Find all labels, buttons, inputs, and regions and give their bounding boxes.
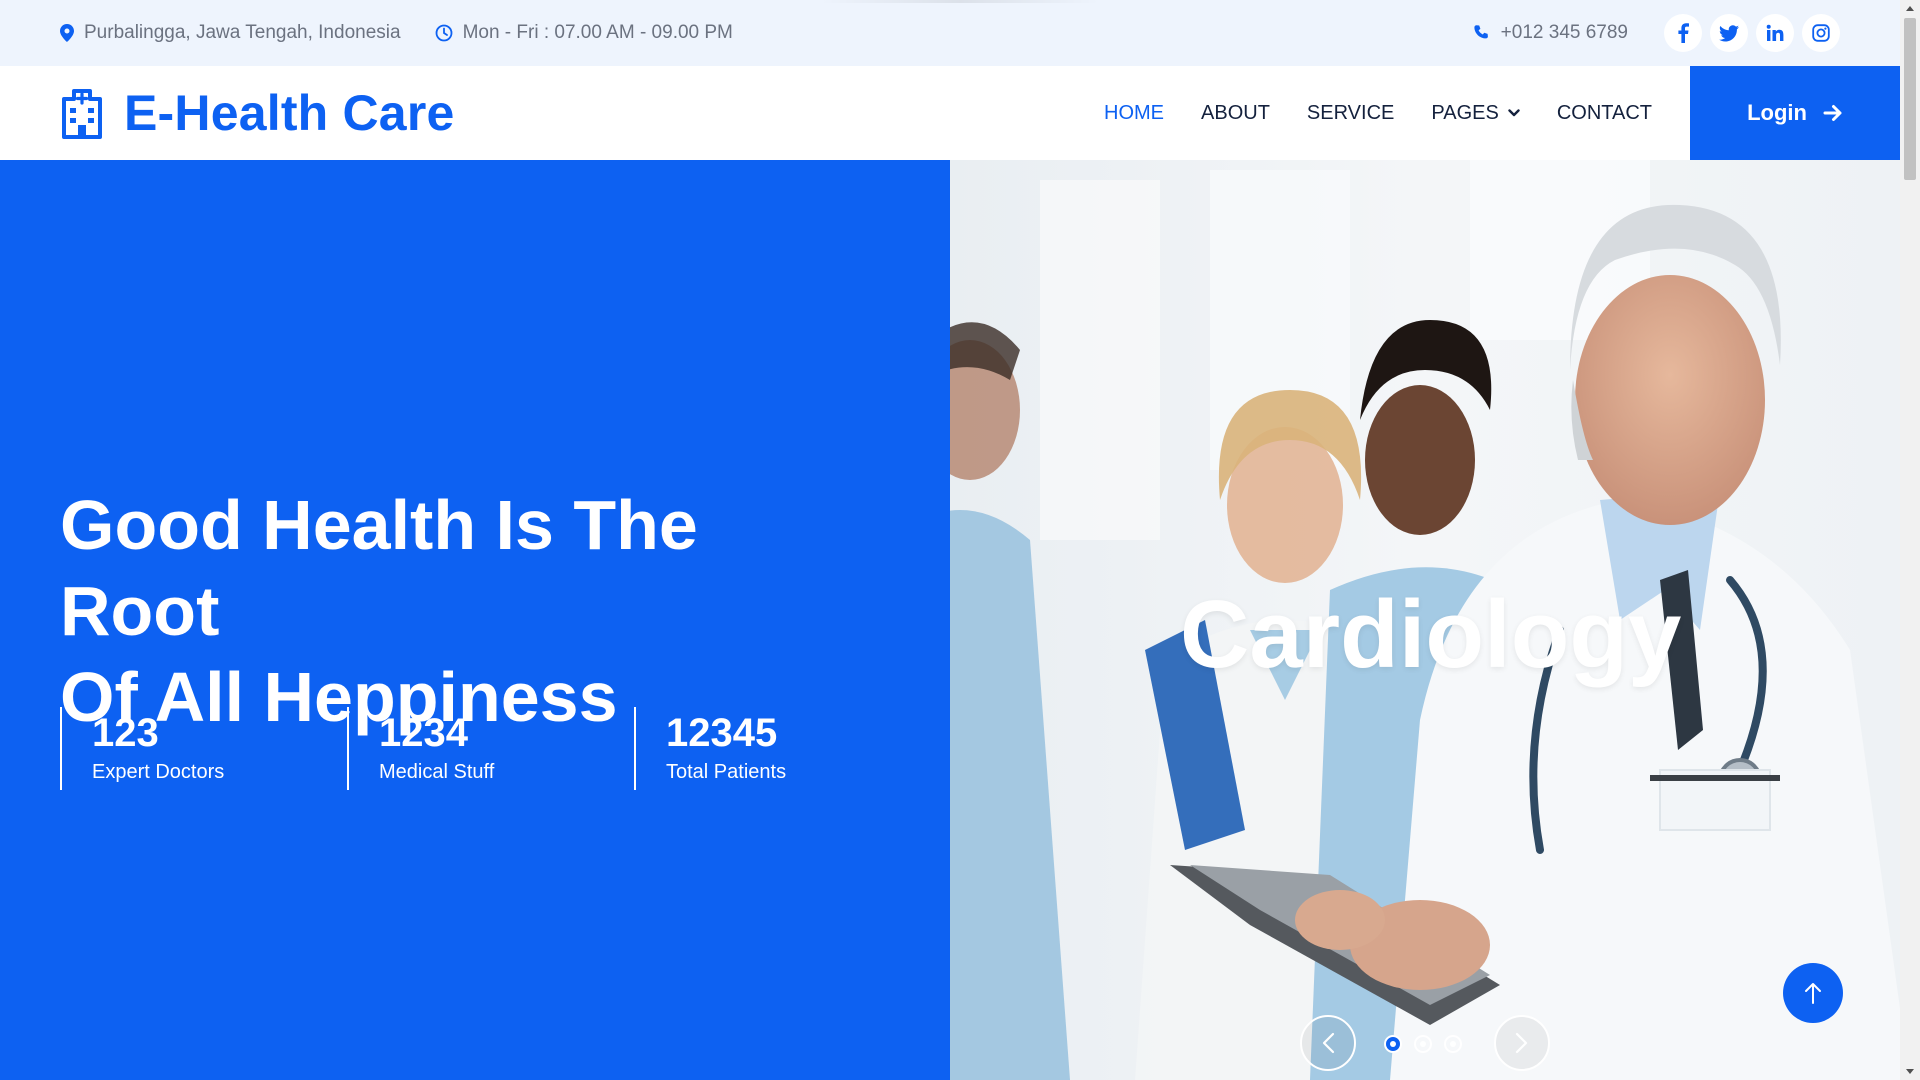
map-pin-icon xyxy=(60,24,74,42)
topbar-right: +012 345 6789 xyxy=(1473,14,1840,52)
scroll-up-arrow-icon[interactable] xyxy=(1906,6,1914,11)
carousel-dots xyxy=(1384,1035,1462,1053)
location-info: Purbalingga, Jawa Tengah, Indonesia xyxy=(60,22,401,44)
stats-row: 123 Expert Doctors 1234 Medical Stuff 12… xyxy=(60,707,921,790)
stat-total-patients: 12345 Total Patients xyxy=(634,707,921,790)
chevron-down-icon xyxy=(1508,109,1520,117)
stat-value: 12345 xyxy=(666,711,778,755)
top-shadow-line xyxy=(820,0,1100,3)
hero-carousel: Cardiology xyxy=(950,160,1900,1080)
stat-label: Medical Stuff xyxy=(379,761,495,783)
twitter-icon xyxy=(1719,24,1739,41)
nav-contact[interactable]: CONTACT xyxy=(1557,102,1652,125)
hero-title: Good Health Is The Root Of All Heppiness xyxy=(60,482,860,740)
facebook-icon xyxy=(1678,23,1689,43)
brand-logo-link[interactable]: E-Health Care xyxy=(60,84,454,142)
back-to-top-button[interactable] xyxy=(1783,963,1843,1023)
stat-value: 1234 xyxy=(379,711,468,755)
phone-info[interactable]: +012 345 6789 xyxy=(1473,22,1628,44)
social-links xyxy=(1664,14,1840,52)
nav-service[interactable]: SERVICE xyxy=(1307,102,1394,125)
instagram-link[interactable] xyxy=(1802,14,1840,52)
nav-menu: HOME ABOUT SERVICE PAGES CONTACT Login xyxy=(1104,66,1900,160)
brand-name: E-Health Care xyxy=(124,85,455,141)
hospital-icon xyxy=(62,89,102,139)
nav-pages-dropdown[interactable]: PAGES xyxy=(1431,101,1520,125)
stat-medical-stuff: 1234 Medical Stuff xyxy=(347,707,634,790)
phone-text: +012 345 6789 xyxy=(1500,22,1628,43)
top-info-bar: Purbalingga, Jawa Tengah, Indonesia Mon … xyxy=(0,0,1900,66)
login-label: Login xyxy=(1747,100,1807,125)
location-text: Purbalingga, Jawa Tengah, Indonesia xyxy=(84,22,401,43)
slide-title: Cardiology xyxy=(1180,581,1682,688)
clock-icon xyxy=(435,24,452,42)
hero-title-line-1: Good Health Is The Root xyxy=(60,486,698,650)
carousel-next-button[interactable] xyxy=(1494,1015,1550,1071)
stat-label: Expert Doctors xyxy=(92,761,225,783)
hours-info: Mon - Fri : 07.00 AM - 09.00 PM xyxy=(435,22,733,44)
stat-value: 123 xyxy=(92,711,159,755)
hours-text: Mon - Fri : 07.00 AM - 09.00 PM xyxy=(462,22,733,43)
instagram-icon xyxy=(1812,24,1830,42)
stat-expert-doctors: 123 Expert Doctors xyxy=(60,707,347,790)
carousel-dot-1[interactable] xyxy=(1384,1035,1402,1053)
facebook-link[interactable] xyxy=(1664,14,1702,52)
login-button[interactable]: Login xyxy=(1690,66,1900,160)
chevron-left-icon xyxy=(1322,1032,1335,1054)
phone-icon xyxy=(1474,25,1488,39)
linkedin-icon xyxy=(1766,24,1784,41)
carousel-dot-3[interactable] xyxy=(1444,1035,1462,1053)
stat-label: Total Patients xyxy=(666,761,787,783)
arrow-up-icon xyxy=(1805,983,1821,1004)
scrollbar-thumb[interactable] xyxy=(1904,18,1916,180)
nav-home[interactable]: HOME xyxy=(1104,102,1164,125)
nav-about[interactable]: ABOUT xyxy=(1201,102,1270,125)
chevron-right-icon xyxy=(1515,1032,1528,1054)
carousel-prev-button[interactable] xyxy=(1300,1015,1356,1071)
nav-pages-label: PAGES xyxy=(1431,101,1499,124)
linkedin-link[interactable] xyxy=(1756,14,1794,52)
arrow-right-icon xyxy=(1823,105,1842,121)
twitter-link[interactable] xyxy=(1710,14,1748,52)
main-navbar: E-Health Care HOME ABOUT SERVICE PAGES C… xyxy=(0,66,1900,160)
page-scrollbar[interactable] xyxy=(1900,0,1920,1080)
hero-left-panel: Good Health Is The Root Of All Heppiness… xyxy=(0,160,950,1080)
carousel-dot-2[interactable] xyxy=(1414,1035,1432,1053)
scroll-down-arrow-icon[interactable] xyxy=(1906,1069,1914,1074)
